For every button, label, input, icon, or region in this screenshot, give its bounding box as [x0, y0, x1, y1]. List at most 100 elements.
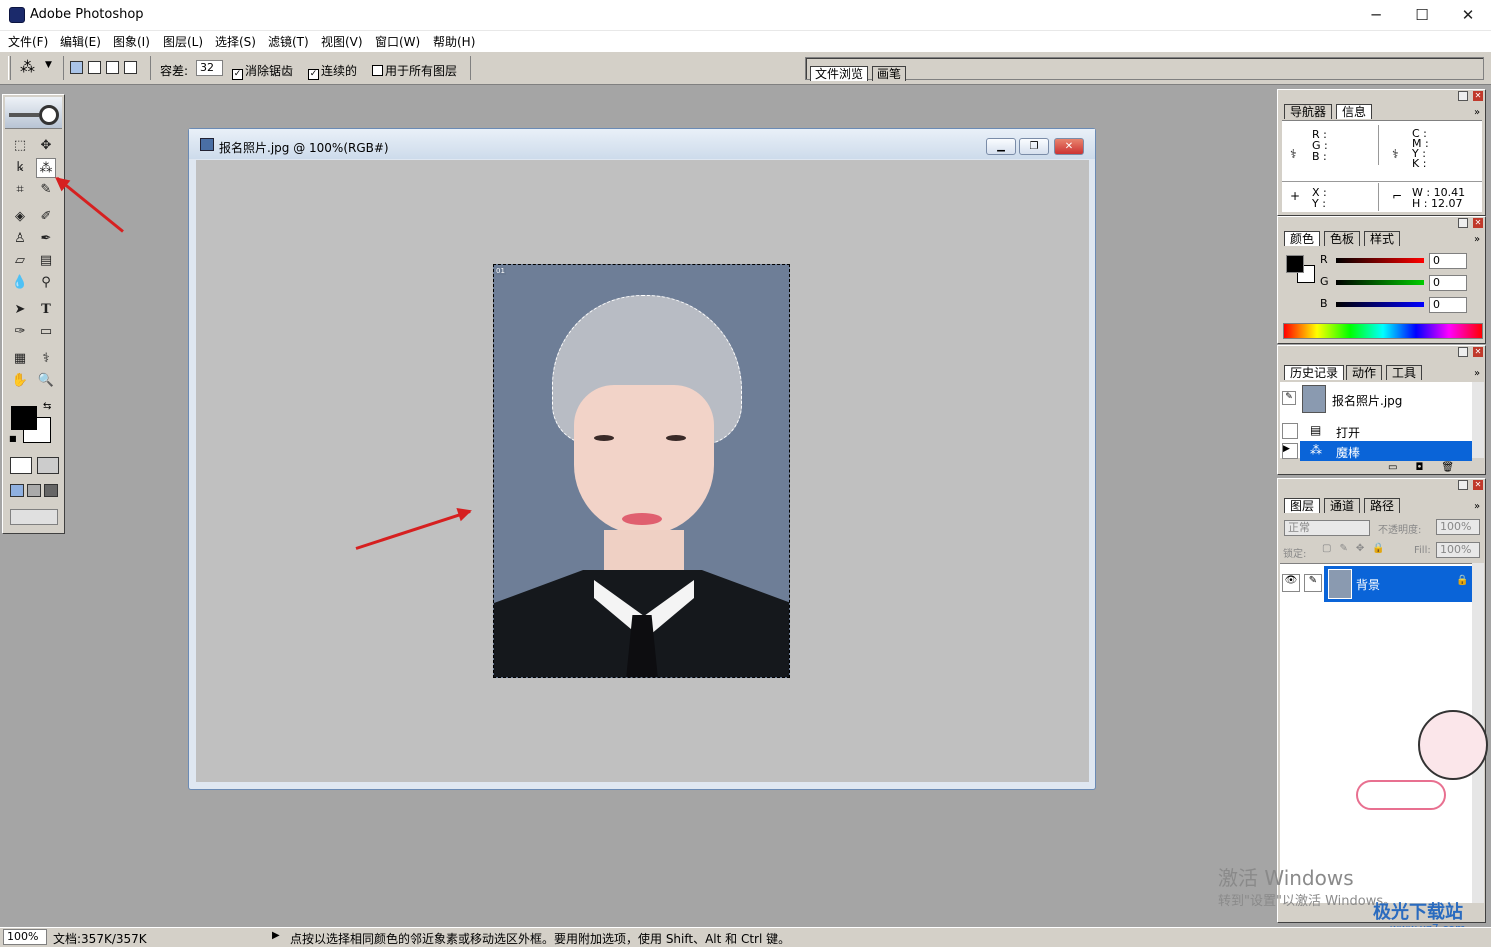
tab-navigator[interactable]: 导航器	[1284, 104, 1333, 119]
panel-close-icon[interactable]: ✕	[1473, 91, 1483, 101]
zoom-tool-icon[interactable]: 🔍	[36, 371, 56, 391]
tab-layers[interactable]: 图层	[1284, 498, 1321, 513]
panel-minimize-icon[interactable]	[1458, 91, 1468, 101]
menu-layer[interactable]: 图层(L)	[163, 33, 203, 50]
panel-minimize-icon[interactable]	[1458, 347, 1468, 357]
hand-tool-icon[interactable]: ✋	[10, 371, 30, 391]
zoom-input[interactable]: 100%	[3, 929, 47, 945]
panel-close-icon[interactable]: ✕	[1473, 480, 1483, 490]
crop-tool-icon[interactable]: ⌗	[10, 180, 30, 200]
menu-window[interactable]: 窗口(W)	[375, 33, 420, 50]
blur-tool-icon[interactable]: 💧	[10, 273, 30, 293]
history-brush-source-icon[interactable]: ✎	[1282, 391, 1296, 405]
history-brush-icon[interactable]: ✒	[36, 229, 56, 249]
brush-tool-icon[interactable]: ✐	[36, 207, 56, 227]
eye-visibility-icon[interactable]: 👁	[1282, 574, 1300, 592]
menu-select[interactable]: 选择(S)	[215, 33, 256, 50]
close-button[interactable]: ✕	[1445, 0, 1491, 31]
maximize-button[interactable]: ☐	[1399, 0, 1445, 31]
panel-close-icon[interactable]: ✕	[1473, 218, 1483, 228]
doc-close-button[interactable]: ✕	[1054, 138, 1084, 155]
subtract-selection-icon[interactable]	[106, 61, 119, 74]
tab-color[interactable]: 颜色	[1284, 231, 1321, 246]
contiguous-checkbox[interactable]: 连续的	[308, 62, 357, 80]
tab-paths[interactable]: 路径	[1364, 498, 1401, 513]
panel-minimize-icon[interactable]	[1458, 218, 1468, 228]
tab-info[interactable]: 信息	[1336, 104, 1373, 119]
history-footer-icons[interactable]: ▭◘🗑	[1388, 462, 1472, 473]
anti-alias-checkbox[interactable]: 消除锯齿	[232, 62, 293, 80]
move-tool-icon[interactable]: ✥	[36, 136, 56, 156]
swap-colors-icon[interactable]: ⇆	[43, 401, 51, 412]
doc-minimize-button[interactable]: ▁	[986, 138, 1016, 155]
gradient-tool-icon[interactable]: ▤	[36, 251, 56, 271]
foreground-color-swatch[interactable]	[1286, 255, 1304, 273]
portrait-photo[interactable]: 01	[493, 264, 790, 678]
history-step-magic-wand[interactable]: ⁂ 魔棒	[1300, 441, 1472, 461]
history-scrollbar[interactable]	[1472, 382, 1484, 458]
history-step-open[interactable]: ▤ 打开	[1280, 421, 1471, 441]
b-slider[interactable]	[1336, 302, 1424, 307]
screen-mode-full-menu-icon[interactable]	[27, 484, 41, 497]
menu-image[interactable]: 图象(I)	[113, 33, 150, 50]
eyedropper-icon[interactable]: ⚕	[36, 349, 56, 369]
menu-view[interactable]: 视图(V)	[321, 33, 363, 50]
healing-brush-icon[interactable]: ◈	[10, 207, 30, 227]
panel-menu-icon[interactable]: »	[1474, 501, 1480, 512]
all-layers-checkbox[interactable]: 用于所有图层	[372, 62, 457, 79]
chevron-down-icon[interactable]: ▼	[45, 60, 52, 70]
panel-menu-icon[interactable]: »	[1474, 368, 1480, 379]
lock-options-icons[interactable]: ▢✎✥🔒	[1322, 543, 1393, 554]
tab-styles[interactable]: 样式	[1364, 231, 1401, 246]
color-spectrum-bar[interactable]	[1283, 323, 1483, 339]
tab-tools[interactable]: 工具	[1386, 365, 1423, 380]
lasso-tool-icon[interactable]: ꝃ	[10, 158, 30, 178]
minimize-button[interactable]: ─	[1353, 0, 1399, 31]
magic-wand-tool-icon[interactable]: ⁂	[36, 158, 56, 178]
screen-mode-full-icon[interactable]	[44, 484, 58, 497]
tab-actions[interactable]: 动作	[1346, 365, 1383, 380]
menu-help[interactable]: 帮助(H)	[433, 33, 475, 50]
tolerance-input[interactable]: 32	[196, 60, 223, 76]
r-value-input[interactable]: 0	[1429, 253, 1467, 269]
standard-mode-icon[interactable]	[10, 457, 32, 474]
tab-history[interactable]: 历史记录	[1284, 365, 1345, 380]
default-colors-icon[interactable]: ■	[9, 434, 17, 443]
clone-stamp-icon[interactable]: ♙	[10, 229, 30, 249]
g-value-input[interactable]: 0	[1429, 275, 1467, 291]
b-value-input[interactable]: 0	[1429, 297, 1467, 313]
magic-wand-icon[interactable]: ⁂	[20, 58, 35, 76]
add-selection-icon[interactable]	[88, 61, 101, 74]
r-slider[interactable]	[1336, 258, 1424, 263]
menu-edit[interactable]: 编辑(E)	[60, 33, 101, 50]
doc-size-readout[interactable]: 文档:357K/357K	[53, 930, 147, 947]
notes-tool-icon[interactable]: ▦	[10, 349, 30, 369]
tab-brushes[interactable]: 画笔	[872, 66, 907, 81]
menu-filter[interactable]: 滤镜(T)	[268, 33, 309, 50]
panel-minimize-icon[interactable]	[1458, 480, 1468, 490]
status-menu-arrow-icon[interactable]: ▶	[272, 930, 280, 941]
panel-menu-icon[interactable]: »	[1474, 107, 1480, 118]
pen-tool-icon[interactable]: ✑	[10, 322, 30, 342]
opacity-input[interactable]: 100%	[1436, 519, 1480, 535]
eraser-tool-icon[interactable]: ▱	[10, 251, 30, 271]
tab-swatches[interactable]: 色板	[1324, 231, 1361, 246]
panel-close-icon[interactable]: ✕	[1473, 347, 1483, 357]
path-select-icon[interactable]: ➤	[10, 300, 30, 320]
doc-restore-button[interactable]: ❐	[1019, 138, 1049, 155]
panel-menu-icon[interactable]: »	[1474, 234, 1480, 245]
new-selection-icon[interactable]	[70, 61, 83, 74]
brush-link-icon[interactable]: ✎	[1304, 574, 1322, 592]
type-tool-icon[interactable]: T	[36, 300, 56, 320]
screen-mode-standard-icon[interactable]	[10, 484, 24, 497]
history-snapshot-row[interactable]: ✎ 报名照片.jpg	[1280, 384, 1471, 414]
shape-tool-icon[interactable]: ▭	[36, 322, 56, 342]
tab-channels[interactable]: 通道	[1324, 498, 1361, 513]
marquee-tool-icon[interactable]: ⬚	[10, 136, 30, 156]
layer-selected-highlight[interactable]: 背景 🔒	[1324, 566, 1472, 602]
quick-mask-icon[interactable]	[37, 457, 59, 474]
jump-to-imageready-icon[interactable]	[10, 509, 58, 525]
fill-input[interactable]: 100%	[1436, 542, 1480, 558]
layer-row-background[interactable]: 👁 ✎ 背景 🔒	[1280, 566, 1472, 602]
tab-file-browser[interactable]: 文件浏览	[810, 66, 869, 81]
